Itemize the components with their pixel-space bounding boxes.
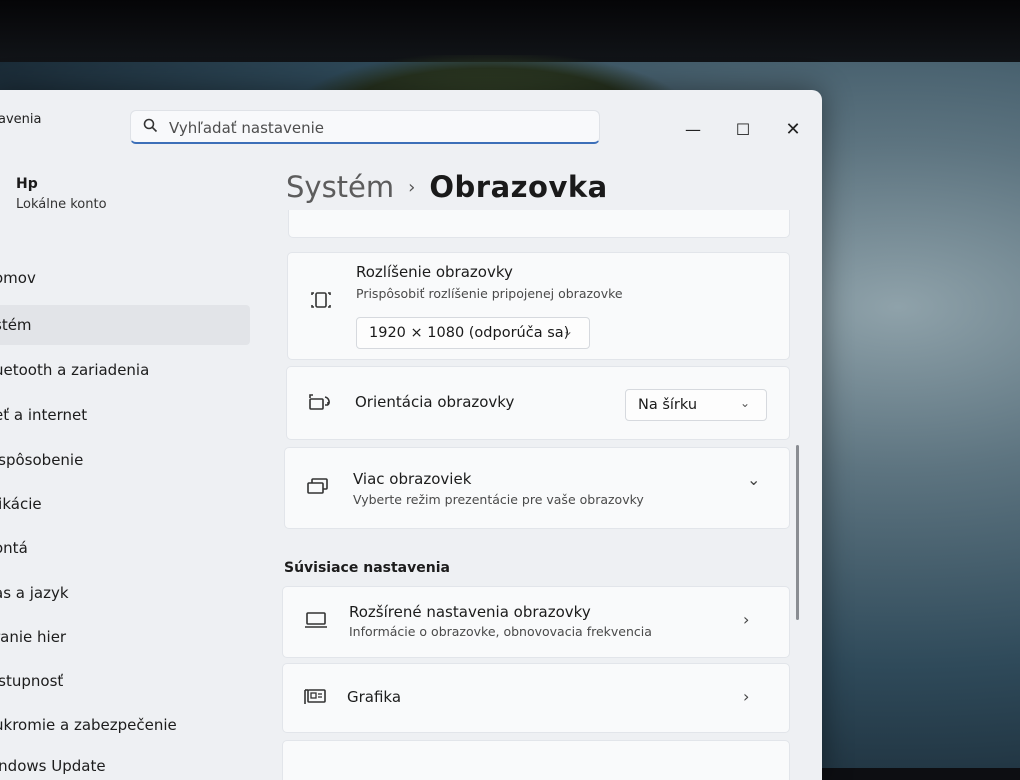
resolution-card: Rozlíšenie obrazovky Prispôsobiť rozlíše…	[287, 252, 790, 360]
chevron-down-icon: ⌄	[740, 396, 751, 410]
multiple-displays-card[interactable]: Viac obrazoviek Vyberte režim prezentáci…	[284, 447, 790, 529]
sidebar-item-privacy[interactable]: ukromie a zabezpečenie	[0, 705, 250, 745]
sidebar-item-accessibility[interactable]: ístupnosť	[0, 661, 250, 701]
sidebar-item-time-language[interactable]: as a jazyk	[0, 573, 250, 613]
graphics-card-icon	[303, 686, 329, 713]
sidebar-item-home[interactable]: omov	[0, 258, 250, 298]
monitor-icon	[303, 609, 329, 636]
resolution-icon	[308, 289, 334, 316]
related-settings-heading: Súvisiace nastavenia	[284, 560, 450, 576]
orientation-title: Orientácia obrazovky	[355, 393, 515, 411]
chevron-down-icon: ⌄	[563, 324, 574, 338]
resolution-value: 1920 × 1080 (odporúča sa)	[369, 325, 570, 341]
resolution-subtitle: Prispôsobiť rozlíšenie pripojenej obrazo…	[356, 286, 623, 301]
sidebar-item-personalization[interactable]: ispôsobenie	[0, 440, 250, 480]
minimize-button[interactable]: —	[678, 118, 708, 142]
orientation-value: Na šírku	[638, 397, 698, 413]
sidebar-item-apps[interactable]: likácie	[0, 484, 250, 524]
advanced-display-card[interactable]: Rozšírené nastavenia obrazovky Informáci…	[282, 586, 790, 658]
graphics-title: Grafika	[347, 688, 402, 706]
advanced-display-subtitle: Informácie o obrazovke, obnovovacia frek…	[349, 624, 652, 639]
sidebar-item-network[interactable]: eť a internet	[0, 395, 250, 435]
next-card	[282, 740, 790, 780]
previous-card	[288, 210, 790, 238]
search-icon	[143, 118, 158, 137]
main-content: Systém › Obrazovka Rozlíšenie obrazovky Pr…	[270, 160, 790, 780]
breadcrumb-separator: ›	[408, 177, 416, 198]
sidebar-item-gaming[interactable]: ranie hier	[0, 617, 250, 657]
sidebar-item-system[interactable]: stém	[0, 305, 250, 345]
multiple-displays-subtitle: Vyberte režim prezentácie pre vaše obraz…	[353, 492, 644, 507]
resolution-title: Rozlíšenie obrazovky	[356, 263, 513, 281]
multiple-displays-title: Viac obrazoviek	[353, 470, 472, 488]
advanced-display-title: Rozšírené nastavenia obrazovky	[349, 603, 591, 621]
chevron-right-icon: ›	[743, 610, 750, 629]
screen-bezel	[0, 0, 1020, 62]
orientation-dropdown[interactable]: Na šírku ⌄	[625, 389, 767, 421]
sidebar-item-windows-update[interactable]: indows Update	[0, 746, 250, 780]
graphics-card[interactable]: Grafika ›	[282, 663, 790, 733]
user-account-type: Lokálne konto	[16, 197, 107, 212]
page-title: Obrazovka	[429, 170, 608, 204]
app-title: avenia	[0, 112, 42, 127]
orientation-card: Orientácia obrazovky Na šírku ⌄	[286, 366, 790, 440]
orientation-icon	[307, 391, 333, 418]
multiple-displays-icon	[305, 476, 331, 503]
close-button[interactable]: ✕	[778, 118, 808, 142]
sidebar: Hp Lokálne konto omov stém uetooth a zar…	[0, 160, 257, 780]
title-bar: avenia — ☐ ✕	[0, 90, 822, 160]
scrollbar[interactable]	[796, 445, 799, 620]
breadcrumb: Systém › Obrazovka	[286, 170, 608, 204]
chevron-down-icon[interactable]: ⌄	[747, 470, 760, 489]
user-name: Hp	[16, 176, 38, 192]
breadcrumb-parent[interactable]: Systém	[286, 170, 394, 204]
resolution-dropdown[interactable]: 1920 × 1080 (odporúča sa) ⌄	[356, 317, 590, 349]
sidebar-item-bluetooth[interactable]: uetooth a zariadenia	[0, 350, 250, 390]
search-input[interactable]	[167, 115, 591, 141]
sidebar-item-accounts[interactable]: ontá	[0, 528, 250, 568]
settings-window: avenia — ☐ ✕ Hp Lokálne konto omov stém …	[0, 90, 822, 780]
maximize-button[interactable]: ☐	[728, 118, 758, 142]
search-box[interactable]	[130, 110, 600, 144]
chevron-right-icon: ›	[743, 687, 750, 706]
